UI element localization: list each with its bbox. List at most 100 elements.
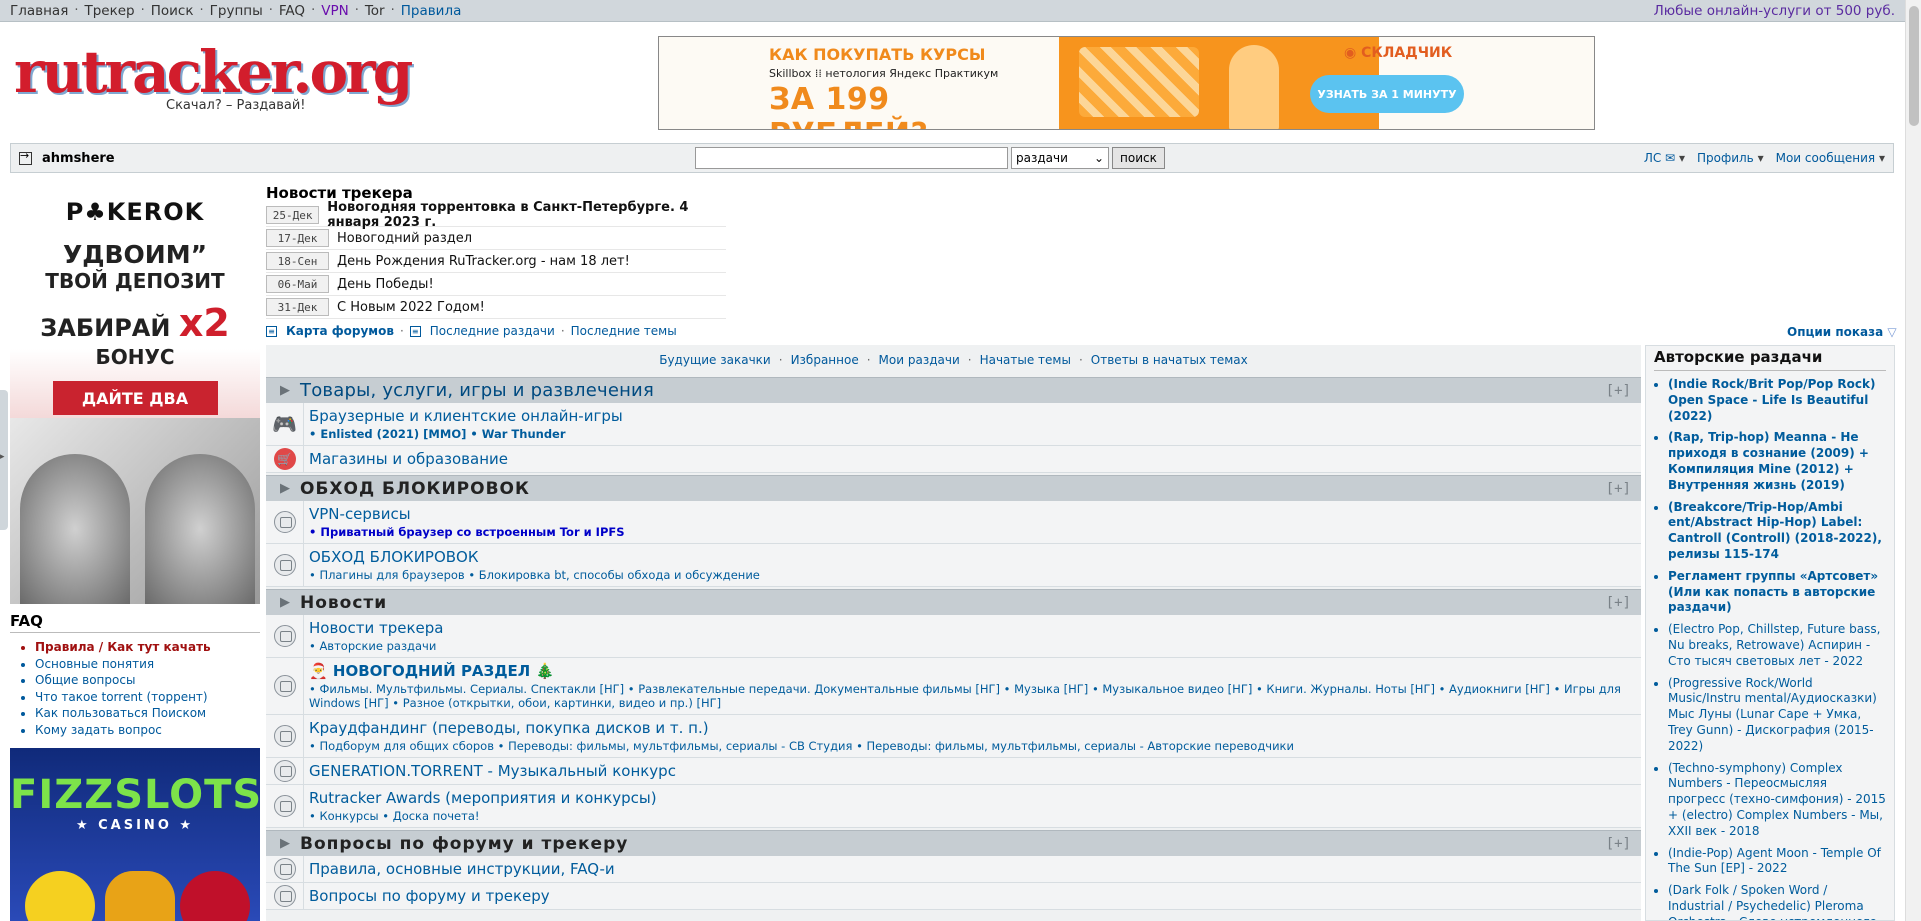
forum-name-link[interactable]: Новости трекера <box>309 619 1636 637</box>
expand-arrow-icon[interactable]: ▶ <box>280 383 290 398</box>
faq-item[interactable]: Как пользоваться Поиском <box>35 705 260 722</box>
nav-link-0[interactable]: Главная <box>10 3 68 19</box>
forum-name-link[interactable]: Правила, основные инструкции, FAQ-и <box>309 860 1636 878</box>
subforum-links[interactable]: • Фильмы. Мультфильмы. Сериалы. Спектакл… <box>309 682 1636 710</box>
category-title[interactable]: Товары, услуги, игры и развлечения <box>300 380 654 401</box>
forum-body: GENERATION.TORRENT - Музыкальный конкурс <box>304 758 1641 784</box>
author-release-link[interactable]: (Electro Pop, Chillstep, Future bass, Nu… <box>1668 622 1886 669</box>
subforum-links[interactable]: • Приватный браузер со встроенным Tor и … <box>309 525 1636 539</box>
nav-link-5[interactable]: VPN <box>321 3 348 19</box>
top-ad-banner[interactable]: КАК ПОКУПАТЬ КУРСЫ Skillbox ⁞⁞ нетология… <box>658 36 1595 130</box>
nav-link-2[interactable]: Поиск <box>151 3 194 19</box>
forum-name-link[interactable]: VPN-сервисы <box>309 505 1636 523</box>
expand-toggle[interactable]: [+] <box>1606 836 1631 852</box>
author-release-link[interactable]: (Breakcore/Trip-Hop/Ambi ent/Abstract Hi… <box>1668 500 1886 563</box>
logout-icon[interactable] <box>19 149 32 165</box>
news-link[interactable]: День Победы! <box>337 277 434 292</box>
category-title[interactable]: Вопросы по форуму и трекеру <box>300 834 628 854</box>
forum-name-link[interactable]: Краудфандинг (переводы, покупка дисков и… <box>309 719 1636 737</box>
quick-link[interactable]: Будущие закачки <box>659 353 771 367</box>
ad-cta-button[interactable]: ДАЙТЕ ДВА <box>52 381 218 415</box>
author-release-link[interactable]: (Indie Rock/Brit Pop/Pop Rock) Open Spac… <box>1668 377 1886 424</box>
expand-toggle[interactable]: [+] <box>1606 595 1631 611</box>
forum-icon-cell <box>266 883 304 909</box>
sidebar-toggle-handle[interactable] <box>0 390 8 530</box>
user-menu-item-0[interactable]: ЛС ✉ <box>1644 151 1685 165</box>
search-input[interactable] <box>695 147 1008 169</box>
category-header[interactable]: ▶ Новости [+] <box>266 589 1641 615</box>
faq-item[interactable]: Кому задать вопрос <box>35 722 260 739</box>
search-button[interactable]: поиск <box>1112 147 1165 169</box>
expand-arrow-icon[interactable]: ▶ <box>280 481 290 496</box>
forum-row: Правила, основные инструкции, FAQ-и <box>266 856 1641 883</box>
scrollbar-thumb[interactable] <box>1909 6 1919 126</box>
site-logo[interactable]: rutracker.org Скачал? – Раздавай! <box>14 42 413 122</box>
news-link[interactable]: Новогодняя торрентовка в Санкт-Петербург… <box>327 200 726 230</box>
author-release-link[interactable]: (Indie-Pop) Agent Moon - Temple Of The S… <box>1668 846 1886 878</box>
username-link[interactable]: ahmshere <box>42 151 115 166</box>
left-ad-fizzslots[interactable]: FIZZSLOTS ★ CASINO ★ <box>10 748 260 921</box>
faq-item[interactable]: Что такое torrent (торрент) <box>35 689 260 706</box>
author-release-link[interactable]: (Rap, Trip-hop) Meanna - Не приходя в со… <box>1668 430 1886 493</box>
last-topics-link[interactable]: Последние темы <box>571 324 677 338</box>
user-menu-item-1[interactable]: Профиль <box>1697 151 1764 165</box>
nav-link-4[interactable]: FAQ <box>279 3 305 19</box>
quick-link[interactable]: Начатые темы <box>980 353 1071 367</box>
vertical-scrollbar[interactable] <box>1905 0 1921 921</box>
top-promo-link[interactable]: Любые онлайн-услуги от 500 руб. <box>1654 3 1895 19</box>
forum-body: Новости трекера • Авторские раздачи <box>304 615 1641 657</box>
expand-toggle[interactable]: [+] <box>1606 481 1631 497</box>
quick-link[interactable]: Мои раздачи <box>879 353 960 367</box>
quick-link[interactable]: Ответы в начатых темах <box>1091 353 1248 367</box>
author-release-link[interactable]: Регламент группы «Артсовет» (Или как поп… <box>1668 569 1886 616</box>
faq-item[interactable]: Основные понятия <box>35 656 260 673</box>
category-header[interactable]: ▶ Товары, услуги, игры и развлечения [+] <box>266 377 1641 403</box>
expand-arrow-icon[interactable]: ▶ <box>280 595 290 610</box>
subforum-links[interactable]: • Авторские раздачи <box>309 639 1636 653</box>
nav-link-7[interactable]: Правила <box>401 3 462 19</box>
faq-item[interactable]: Общие вопросы <box>35 672 260 689</box>
forum-name-link[interactable]: Rutracker Awards (мероприятия и конкурсы… <box>309 789 1636 807</box>
expand-toggle[interactable]: [+] <box>1606 383 1631 399</box>
news-link[interactable]: С Новым 2022 Годом! <box>337 300 485 315</box>
news-link[interactable]: Новогодний раздел <box>337 231 472 246</box>
subforum-links[interactable]: • Подборум для общих сборов • Переводы: … <box>309 739 1636 753</box>
nav-link-6[interactable]: Tor <box>365 3 385 19</box>
forum-row: 🎅 НОВОГОДНИЙ РАЗДЕЛ 🎄 • Фильмы. Мультфиль… <box>266 658 1641 715</box>
quick-link[interactable]: Избранное <box>791 353 859 367</box>
subforum-links[interactable]: • Enlisted (2021) [MMO] • War Thunder <box>309 427 1636 441</box>
author-release-link[interactable]: (Techno-symphony) Complex Numbers - Пере… <box>1668 761 1886 840</box>
left-ad-pokerok[interactable]: P♣KEROK УДВОИМ” ТВОЙ ДЕПОЗИТ ЗАБИРАЙ x2 … <box>10 188 260 604</box>
last-releases-link[interactable]: Последние раздачи <box>430 324 555 338</box>
subforum-links[interactable]: • Плагины для браузеров • Блокировка bt,… <box>309 568 1636 582</box>
category-title[interactable]: Новости <box>300 593 387 613</box>
news-item: 31-Дек С Новым 2022 Годом! <box>266 296 726 319</box>
forum-name-link[interactable]: ОБХОД БЛОКИРОВОК <box>309 548 1636 566</box>
forum-name-link[interactable]: Магазины и образование <box>309 450 1636 468</box>
user-menu-item-2[interactable]: Мои сообщения <box>1776 151 1885 165</box>
author-release-link[interactable]: (Progressive Rock/World Music/Instru men… <box>1668 676 1886 755</box>
expand-arrow-icon[interactable]: ▶ <box>280 836 290 851</box>
category-header[interactable]: ▶ ОБХОД БЛОКИРОВОК [+] <box>266 475 1641 501</box>
display-options-link[interactable]: Опции показа <box>1787 325 1897 339</box>
forum-name-link[interactable]: Вопросы по форуму и трекеру <box>309 887 1636 905</box>
forum-body: 🎅 НОВОГОДНИЙ РАЗДЕЛ 🎄 • Фильмы. Мультфиль… <box>304 658 1641 714</box>
banner-person-image <box>1229 45 1279 129</box>
news-link[interactable]: День Рождения RuTracker.org - нам 18 лет… <box>337 254 630 269</box>
nav-link-1[interactable]: Трекер <box>84 3 134 19</box>
forum-name-link[interactable]: Браузерные и клиентские онлайн-игры <box>309 407 1636 425</box>
forum-links: ≡ Карта форумов · ≡ Последние раздачи · … <box>266 324 677 338</box>
faq-item[interactable]: Правила / Как тут качать <box>35 639 260 656</box>
forum-status-icon <box>273 725 296 747</box>
top-navigation-bar: Главная · Трекер · Поиск · Группы · FAQ · VPN · Tor ·… <box>0 0 1905 22</box>
forum-map-link[interactable]: Карта форумов <box>286 324 394 338</box>
subforum-links[interactable]: • Конкурсы • Доска почета! <box>309 809 1636 823</box>
search-scope-select[interactable]: раздачи ⌄ <box>1011 147 1109 169</box>
forum-name-link[interactable]: 🎅 НОВОГОДНИЙ РАЗДЕЛ 🎄 <box>309 662 1636 680</box>
banner-cta-button[interactable]: УЗНАТЬ ЗА 1 МИНУТУ <box>1310 75 1464 113</box>
nav-link-3[interactable]: Группы <box>210 3 263 19</box>
category-title[interactable]: ОБХОД БЛОКИРОВОК <box>300 479 530 499</box>
author-release-link[interactable]: (Dark Folk / Spoken Word / Industrial / … <box>1668 883 1886 920</box>
category-header[interactable]: ▶ Вопросы по форуму и трекеру [+] <box>266 830 1641 856</box>
forum-name-link[interactable]: GENERATION.TORRENT - Музыкальный конкурс <box>309 762 1636 780</box>
